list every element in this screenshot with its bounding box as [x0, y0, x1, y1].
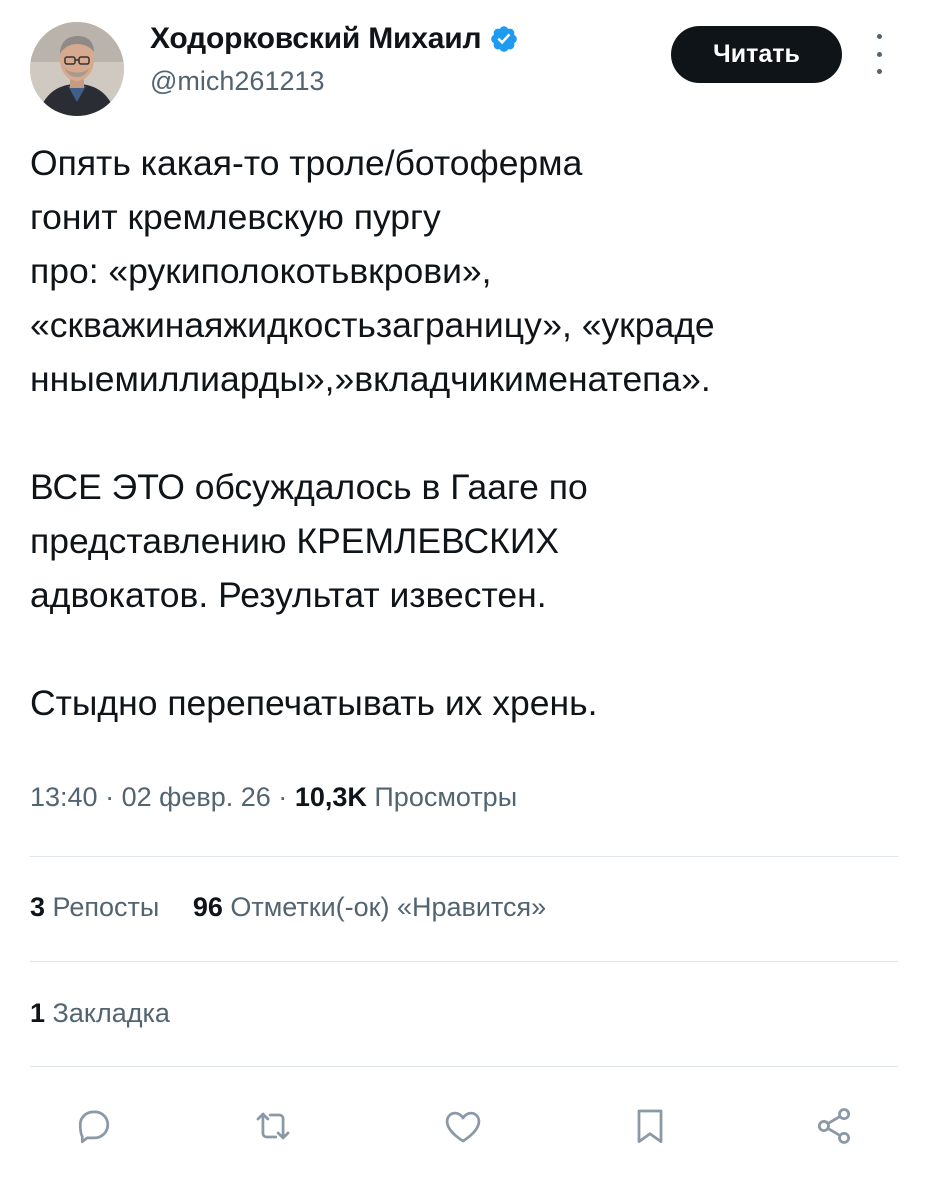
- tweet-line: про: «рукиполокотьвкрови»,: [30, 251, 492, 291]
- more-vertical-icon[interactable]: [868, 34, 890, 74]
- avatar-photo: [30, 22, 124, 116]
- tweet-line: представлению КРЕМЛЕВСКИХ: [30, 521, 560, 561]
- tweet-line: ВСЕ ЭТО обсуждалось в Гааге по: [30, 467, 588, 507]
- reposts-count: 3: [30, 892, 46, 922]
- verified-badge-icon: [491, 26, 518, 52]
- like-button[interactable]: [435, 1098, 491, 1154]
- tweet-line: Стыдно перепечатывать их хрень.: [30, 683, 598, 723]
- engagement-stats: 3 Репосты 96 Отметки(-ок) «Нравится»: [30, 892, 572, 923]
- repost-button[interactable]: [245, 1098, 301, 1154]
- tweet-text: Опять какая-то троле/ботоферма гонит кре…: [30, 136, 910, 730]
- avatar[interactable]: [30, 22, 124, 116]
- repost-icon: [256, 1112, 290, 1140]
- tweet-line: адвокатов. Результат известен.: [30, 575, 547, 615]
- action-bar: [0, 1098, 927, 1154]
- bookmarks-count: 1: [30, 998, 46, 1028]
- more-dot: [876, 69, 882, 74]
- views-label: Просмотры: [374, 782, 518, 812]
- more-dot: [876, 34, 882, 39]
- share-button[interactable]: [806, 1098, 862, 1154]
- likes-label: Отметки(-ок) «Нравится»: [230, 892, 547, 922]
- tweet-time[interactable]: 13:40: [30, 782, 98, 812]
- tweet-line: «скважинаяжидкостьзаграницу», «украде: [30, 305, 715, 345]
- divider: [30, 856, 898, 857]
- reposts-stat[interactable]: 3 Репосты: [30, 892, 167, 922]
- heart-icon: [445, 1111, 481, 1143]
- bookmark-button[interactable]: [622, 1098, 678, 1154]
- follow-button[interactable]: Читать: [671, 26, 842, 83]
- divider: [30, 961, 898, 962]
- meta-separator: ·: [278, 782, 288, 812]
- more-dot: [876, 51, 882, 57]
- tweet-line: гонит кремлевскую пургу: [30, 197, 441, 237]
- tweet-date[interactable]: 02 февр. 26: [122, 782, 271, 812]
- bookmarks-label: Закладка: [52, 998, 170, 1028]
- likes-stat[interactable]: 96 Отметки(-ок) «Нравится»: [193, 892, 546, 922]
- author-name-row[interactable]: Ходорковский Михаил: [150, 22, 519, 56]
- tweet-line: нныемиллиарды»,»вкладчикименатепа».: [30, 359, 711, 399]
- divider: [30, 1066, 898, 1067]
- views-count: 10,3K: [294, 782, 367, 812]
- author-display-name[interactable]: Ходорковский Михаил: [150, 22, 482, 56]
- likes-count: 96: [192, 892, 223, 922]
- reply-button[interactable]: [66, 1098, 122, 1154]
- author-handle[interactable]: @mich261213: [150, 66, 325, 97]
- bookmarks-stat[interactable]: 1 Закладка: [30, 998, 170, 1029]
- tweet-detail: Ходорковский Михаил @mich261213 Читать О…: [0, 0, 927, 1200]
- tweet-meta: 13:40 · 02 февр. 26 · 10,3K Просмотры: [30, 782, 517, 813]
- reposts-label: Репосты: [52, 892, 160, 922]
- tweet-line: Опять какая-то троле/ботоферма: [30, 143, 583, 183]
- reply-icon: [78, 1110, 110, 1144]
- bookmark-icon: [637, 1109, 663, 1143]
- meta-separator: ·: [105, 782, 115, 812]
- share-icon: [817, 1108, 851, 1144]
